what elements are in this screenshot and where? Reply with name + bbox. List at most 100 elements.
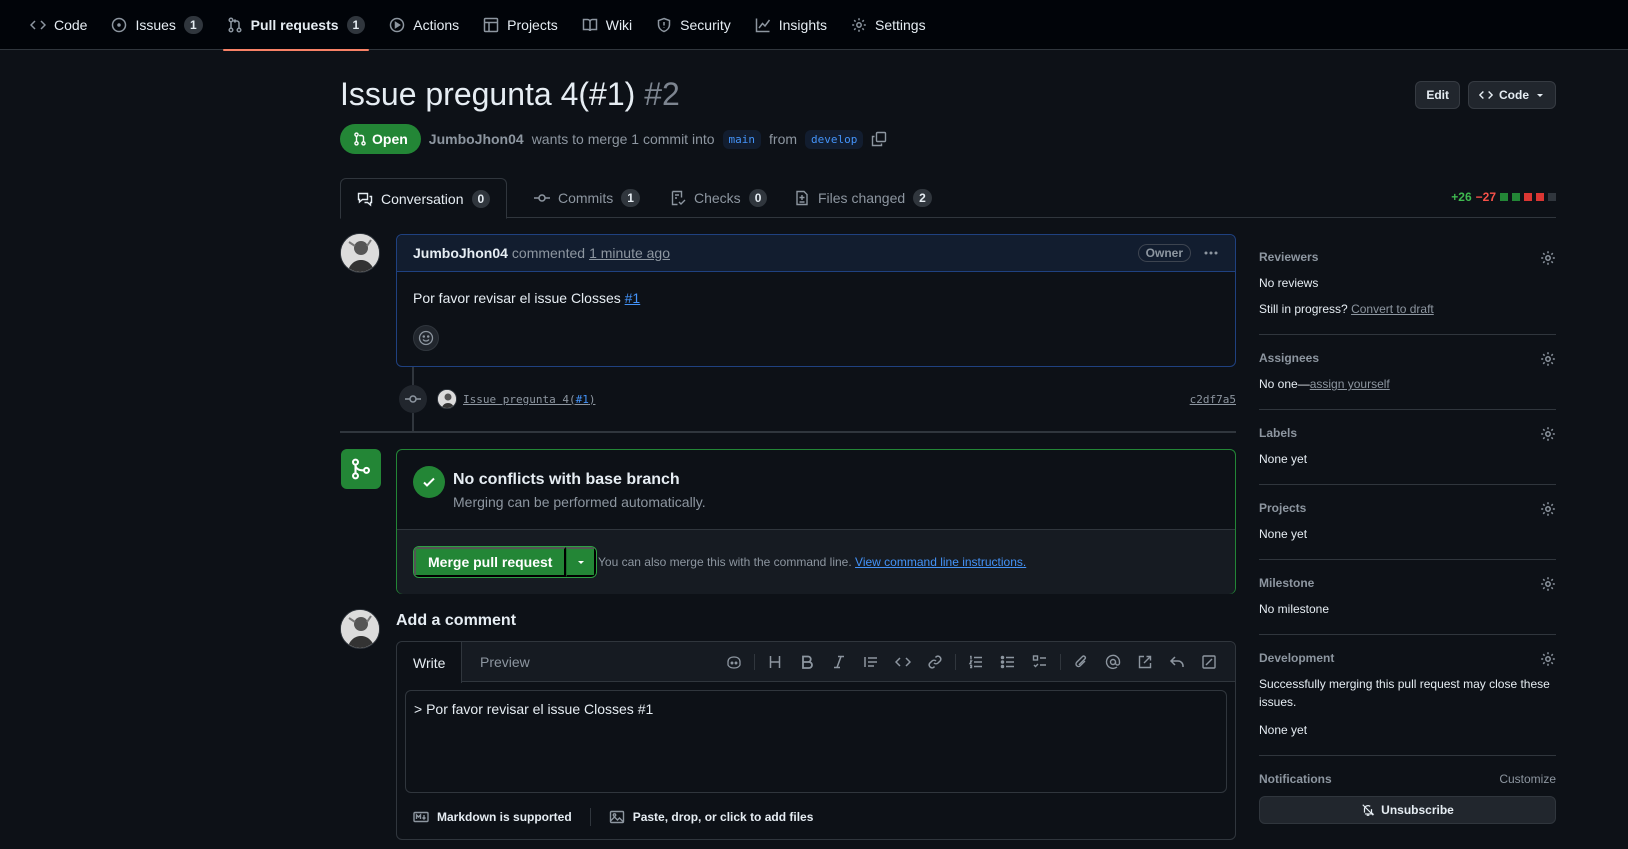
sidebar-labels-title[interactable]: Labels <box>1259 426 1556 440</box>
nav-issues-label: Issues <box>135 16 176 33</box>
editor-footer: Markdown is supported Paste, drop, or cl… <box>413 808 813 826</box>
copilot-button[interactable] <box>718 654 750 670</box>
nav-wiki[interactable]: Wiki <box>570 0 644 50</box>
code-icon <box>895 657 911 667</box>
markdown-icon <box>413 811 429 823</box>
tab-commits[interactable]: Commits 1 <box>518 178 656 218</box>
nav-pull-requests[interactable]: Pull requests 1 <box>215 0 378 51</box>
sidebar-assignees-title[interactable]: Assignees <box>1259 351 1556 365</box>
attach-files-link[interactable]: Paste, drop, or click to add files <box>633 810 814 824</box>
pr-author-link[interactable]: JumboJhon04 <box>429 131 524 147</box>
customize-link[interactable]: Customize <box>1499 772 1556 786</box>
nav-projects[interactable]: Projects <box>471 0 570 50</box>
nav-issues[interactable]: Issues 1 <box>99 0 214 50</box>
heading-button[interactable] <box>759 654 791 670</box>
tasklist-icon <box>1032 655 1046 668</box>
ordered-list-button[interactable] <box>960 654 992 670</box>
merge-note: You can also merge this with the command… <box>598 555 1026 569</box>
nav-settings-label: Settings <box>875 16 926 33</box>
commit-sha-link[interactable]: c2df7a5 <box>1190 393 1236 406</box>
sidebar-development-title[interactable]: Development <box>1259 651 1556 665</box>
nav-code[interactable]: Code <box>18 0 99 50</box>
base-branch[interactable]: main <box>722 129 762 149</box>
avatar[interactable] <box>340 233 380 273</box>
diff-ignored-icon <box>1202 655 1216 669</box>
saved-replies-button[interactable] <box>1161 654 1193 670</box>
kebab-horizontal-icon[interactable] <box>1203 245 1219 261</box>
markdown-toolbar <box>718 654 1225 670</box>
link-button[interactable] <box>919 654 951 670</box>
slash-commands-button[interactable] <box>1193 654 1225 670</box>
copy-icon[interactable] <box>871 131 887 147</box>
sidebar-milestone-title[interactable]: Milestone <box>1259 576 1556 590</box>
reference-button[interactable] <box>1129 654 1161 670</box>
command-line-instructions-link[interactable]: View command line instructions. <box>855 555 1026 569</box>
nav-security[interactable]: Security <box>644 0 743 50</box>
convert-to-draft-link[interactable]: Convert to draft <box>1351 302 1434 316</box>
tab-preview[interactable]: Preview <box>464 642 546 682</box>
sidebar-milestone-value: No milestone <box>1259 602 1330 616</box>
code-button[interactable]: Code <box>1468 81 1556 109</box>
quote-button[interactable] <box>855 654 887 670</box>
sidebar-labels: Labels None yet <box>1259 410 1556 485</box>
gear-icon[interactable] <box>1540 351 1556 367</box>
tab-write[interactable]: Write <box>397 642 463 683</box>
gear-icon[interactable] <box>1540 501 1556 517</box>
comment-timestamp[interactable]: 1 minute ago <box>589 245 670 261</box>
sidebar-reviewers-title[interactable]: Reviewers <box>1259 250 1556 264</box>
sidebar-assignees-value: No one— <box>1259 377 1310 391</box>
edit-button[interactable]: Edit <box>1415 81 1460 109</box>
gear-icon[interactable] <box>1540 426 1556 442</box>
head-branch[interactable]: develop <box>805 129 864 149</box>
tab-checks[interactable]: Checks 0 <box>654 178 783 218</box>
code-button-toolbar[interactable] <box>887 654 919 670</box>
attach-button[interactable] <box>1065 654 1097 670</box>
nav-settings[interactable]: Settings <box>839 0 938 50</box>
gear-icon[interactable] <box>1540 576 1556 592</box>
timeline-line <box>412 413 414 431</box>
avatar-image <box>341 610 379 648</box>
italic-button[interactable] <box>823 654 855 670</box>
task-list-button[interactable] <box>1024 654 1056 670</box>
avatar[interactable] <box>340 609 380 649</box>
unsubscribe-button[interactable]: Unsubscribe <box>1259 796 1556 824</box>
nav-insights[interactable]: Insights <box>743 0 839 50</box>
copilot-icon <box>727 656 741 669</box>
comment-action: commented <box>511 245 586 261</box>
add-reaction-button[interactable] <box>413 325 439 351</box>
toolbar-divider <box>754 654 755 670</box>
issue-reference-link[interactable]: #1 <box>625 290 641 306</box>
bold-button[interactable] <box>791 654 823 670</box>
nav-security-label: Security <box>680 16 731 33</box>
merge-method-dropdown[interactable] <box>566 547 597 577</box>
sidebar-milestone: Milestone No milestone <box>1259 560 1556 635</box>
reply-icon <box>1169 656 1184 667</box>
merge-pull-request-button[interactable]: Merge pull request <box>414 547 567 577</box>
commit-ref: #1 <box>575 392 589 406</box>
link-icon <box>928 655 942 669</box>
tab-commits-label: Commits <box>558 190 614 206</box>
gear-icon[interactable] <box>1540 250 1556 266</box>
mention-button[interactable] <box>1097 654 1129 670</box>
gear-icon[interactable] <box>1540 651 1556 667</box>
sidebar-projects-value: None yet <box>1259 527 1308 541</box>
unordered-list-button[interactable] <box>992 654 1024 670</box>
issues-count: 1 <box>183 15 203 34</box>
pr-meta: Open JumboJhon04 wants to merge 1 commit… <box>340 124 887 154</box>
comment-box: JumboJhon04 commented 1 minute ago Owner… <box>396 234 1236 367</box>
comment-author[interactable]: JumboJhon04 <box>413 245 508 261</box>
tab-files-changed[interactable]: Files changed 2 <box>778 178 948 218</box>
tab-files-changed-label: Files changed <box>818 190 906 206</box>
comment-textarea[interactable]: > Por favor revisar el issue Closses #1 <box>405 690 1227 793</box>
tab-conversation[interactable]: Conversation 0 <box>340 178 508 219</box>
commit-message-link[interactable]: Issue pregunta 4(#1) <box>463 393 595 406</box>
markdown-supported-link[interactable]: Markdown is supported <box>437 810 572 824</box>
sidebar-projects-title[interactable]: Projects <box>1259 501 1556 515</box>
assign-yourself-link[interactable]: assign yourself <box>1310 377 1390 391</box>
status-badge: Open <box>340 124 421 154</box>
smiley-icon <box>418 330 434 346</box>
nav-wiki-label: Wiki <box>605 16 633 33</box>
diffstat-block <box>1548 193 1556 201</box>
nav-actions[interactable]: Actions <box>377 0 471 50</box>
commit-author-avatar[interactable] <box>437 389 457 409</box>
